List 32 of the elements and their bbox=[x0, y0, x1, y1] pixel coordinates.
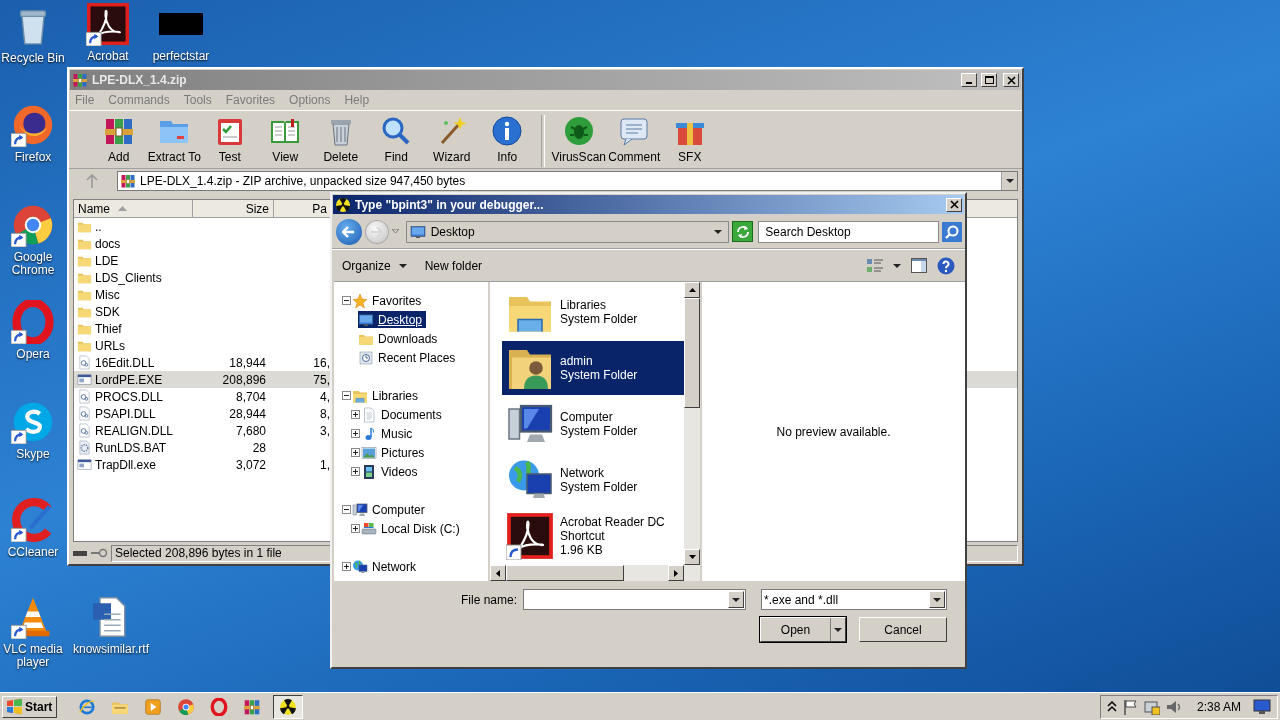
table-cell: LDE bbox=[95, 253, 119, 268]
table-cell: PROCS.DLL bbox=[95, 389, 164, 404]
table-cell: URLs bbox=[95, 338, 125, 353]
table-cell-text: 8, bbox=[319, 406, 331, 421]
table-cell-text: 18,944 bbox=[228, 355, 267, 370]
table-cell: .. bbox=[95, 219, 102, 234]
table-cell: docs bbox=[95, 236, 121, 251]
table-cell: REALIGN.DLL bbox=[95, 423, 174, 438]
table-cell-text: 75, bbox=[312, 372, 331, 387]
table-cell: PSAPI.DLL bbox=[95, 406, 156, 421]
table-cell: RunLDS.BAT bbox=[95, 440, 167, 455]
dialog-title: Type "bpint3" in your debugger... bbox=[355, 197, 545, 212]
table-cell: Thief bbox=[95, 321, 122, 336]
preview-message: No preview available. bbox=[776, 424, 891, 439]
table-cell-text: 16, bbox=[312, 355, 331, 370]
table-cell: LDS_Clients bbox=[95, 270, 162, 285]
table-cell: 16Edit.DLL bbox=[95, 355, 155, 370]
field-label: File name: bbox=[460, 592, 517, 607]
table-cell-text: 4, bbox=[319, 389, 331, 404]
table-cell: TrapDll.exe bbox=[95, 457, 156, 472]
window-title: LPE-DLX_1.4.zip bbox=[92, 73, 188, 87]
table-cell-text: 28,944 bbox=[228, 406, 267, 421]
table-cell-text: 3, bbox=[319, 423, 331, 438]
table-cell: LordPE.EXE bbox=[95, 372, 163, 387]
table-cell-text: 8,704 bbox=[234, 389, 267, 404]
table-cell-text: 3,072 bbox=[234, 457, 267, 472]
table-cell-text: 7,680 bbox=[234, 423, 267, 438]
table-cell: Misc bbox=[95, 287, 120, 302]
table-cell: SDK bbox=[95, 304, 120, 319]
table-cell-text: 1, bbox=[319, 457, 331, 472]
table-cell-text: 208,896 bbox=[221, 372, 267, 387]
table-cell-text: 28 bbox=[251, 440, 267, 455]
